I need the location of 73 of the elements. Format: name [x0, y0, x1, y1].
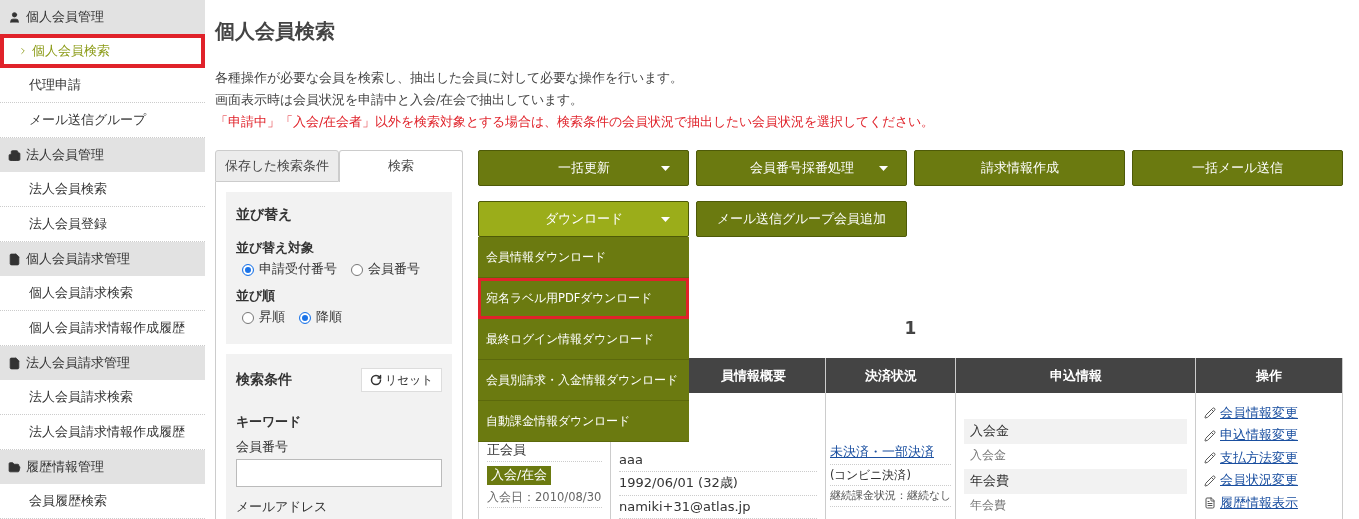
menu-item[interactable]: 宛名ラベル用PDFダウンロード: [478, 278, 689, 319]
pencil-icon: [1204, 474, 1216, 487]
caret-icon: [879, 166, 888, 171]
notice-text: 「申請中」「入会/在会者」以外を検索対象とする場合は、検索条件の会員状況で抽出したい会員状況を選択してください。: [215, 113, 936, 131]
profile-text: aaa: [619, 449, 817, 473]
pencil-icon: [1204, 452, 1216, 465]
folder-icon: [8, 460, 21, 474]
panel-tab[interactable]: 検索: [339, 150, 463, 182]
sidebar-group-header[interactable]: 法人会員管理: [0, 138, 205, 172]
pencil-icon: [1204, 407, 1216, 420]
sidebar-group-header[interactable]: 個人会員請求管理: [0, 242, 205, 276]
description-text: 各種操作が必要な会員を検索し、抽出した会員に対して必要な操作を行います。: [215, 69, 684, 87]
action-button[interactable]: 一括更新: [478, 150, 689, 186]
action-button[interactable]: メール送信グループ会員追加: [696, 201, 907, 237]
payment-method: (コンビニ決済): [830, 465, 951, 487]
sidebar-group-header[interactable]: 個人会員管理: [0, 0, 205, 34]
status-badge: 入会/在会: [487, 465, 552, 485]
fee-detail: 年会費: [969, 497, 1007, 514]
payment-status-link[interactable]: 未決済・一部決済: [830, 444, 934, 461]
field-label: メールアドレス: [236, 499, 328, 516]
profile-text: namiki+31@atlas.jp: [619, 495, 817, 519]
document-icon: [8, 252, 21, 266]
recurring-status: 継続課金状況：継続なし: [830, 486, 951, 507]
column-header: 決済状況: [826, 358, 956, 393]
fee-detail: 入会金: [969, 447, 1007, 464]
join-date: 入会日：2010/08/30: [487, 486, 602, 508]
field-label: 並び順: [236, 288, 276, 305]
reset-button[interactable]: リセット: [361, 368, 442, 392]
sidebar-group-header[interactable]: 履歴情報管理: [0, 450, 205, 484]
document-icon: [8, 356, 21, 370]
sidebar-group-header[interactable]: 法人会員請求管理: [0, 346, 205, 380]
action-link[interactable]: 申込情報変更: [1220, 427, 1298, 445]
radio-option[interactable]: 昇順: [242, 309, 285, 326]
action-link[interactable]: 会員状況変更: [1220, 472, 1298, 490]
radio-option[interactable]: 会員番号: [351, 261, 420, 278]
person-icon: [8, 10, 21, 24]
menu-item[interactable]: 最終ログイン情報ダウンロード: [478, 319, 689, 360]
chevron-icon: [18, 46, 28, 56]
action-link[interactable]: 履歴情報表示: [1220, 494, 1298, 512]
action-button[interactable]: 請求情報作成: [914, 150, 1125, 186]
radio-option[interactable]: 降順: [299, 309, 342, 326]
column-header: 申込情報: [956, 358, 1196, 393]
group-label: 法人会員請求管理: [26, 354, 130, 372]
action-link[interactable]: 支払方法変更: [1220, 449, 1298, 467]
field-label: 会員番号: [236, 439, 289, 456]
document-icon: [1204, 497, 1216, 510]
section-label: キーワード: [236, 414, 302, 431]
page-title: 個人会員検索: [215, 18, 336, 45]
section-title: 検索条件: [236, 371, 292, 389]
fee-heading: 入会金: [964, 419, 1187, 444]
group-label: 履歴情報管理: [26, 458, 104, 476]
action-button[interactable]: 一括メール送信: [1132, 150, 1343, 186]
group-label: 個人会員管理: [26, 8, 104, 26]
panel-tab[interactable]: 保存した検索条件: [215, 150, 339, 182]
caret-icon: [661, 217, 670, 222]
group-label: 法人会員管理: [26, 146, 104, 164]
member-type: 正会員: [487, 439, 602, 462]
input-field[interactable]: [236, 459, 442, 487]
menu-item[interactable]: 会員情報ダウンロード: [478, 237, 689, 278]
fee-heading: 年会費: [964, 469, 1187, 494]
reset-icon: [370, 374, 382, 386]
radio-option[interactable]: 申請受付番号: [242, 261, 337, 278]
section-title: 並び替え: [236, 206, 293, 224]
action-button[interactable]: 会員番号採番処理: [696, 150, 907, 186]
column-header: 操作: [1196, 358, 1343, 393]
field-label: 並び替え対象: [236, 240, 315, 257]
caret-icon: [661, 166, 670, 171]
menu-item[interactable]: 自動課金情報ダウンロード: [478, 401, 689, 442]
group-label: 個人会員請求管理: [26, 250, 130, 268]
action-link[interactable]: 会員情報変更: [1220, 404, 1298, 422]
profile-text: 1992/06/01 (32歳): [619, 472, 817, 496]
pencil-icon: [1204, 429, 1216, 442]
description-text: 画面表示時は会員状況を申請中と入会/在会で抽出しています。: [215, 91, 585, 109]
